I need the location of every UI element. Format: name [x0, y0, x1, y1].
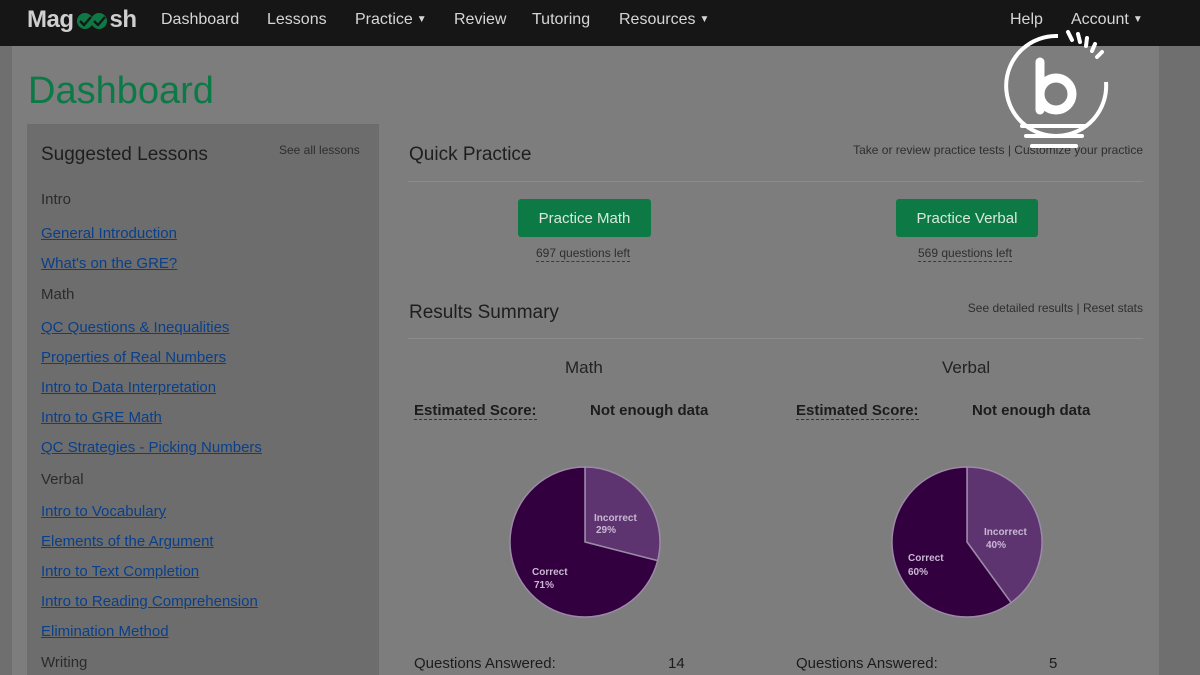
verbal-estimated-score-label: Estimated Score: [796, 402, 919, 420]
verbal-results-title: Verbal [942, 358, 991, 377]
brand-text-right: sh [109, 6, 138, 33]
verbal-questions-left: 569 questions left [918, 246, 1013, 262]
lesson-link[interactable]: Intro to Text Completion [41, 563, 199, 580]
lesson-link[interactable]: Elimination Method [41, 623, 169, 640]
page-title: Dashboard [28, 70, 214, 112]
math-questions-answered-value: 14 [668, 655, 685, 672]
math-correct-pct: 71% [534, 580, 554, 591]
lesson-link[interactable]: Properties of Real Numbers [41, 349, 226, 366]
lesson-category-verbal: Verbal [41, 471, 84, 488]
results-links[interactable]: See detailed results | Reset stats [968, 301, 1143, 315]
verbal-correct-label: Correct [908, 553, 944, 564]
nav-practice[interactable]: Practice ▼ [355, 11, 427, 29]
nav-resources-label: Resources [619, 11, 696, 28]
nav-account[interactable]: Account ▼ [1071, 11, 1143, 29]
owl-eyes-icon [75, 9, 109, 31]
nav-dashboard-label: Dashboard [161, 11, 240, 28]
verbal-questions-answered-value: 5 [1049, 655, 1058, 672]
lesson-category-intro: Intro [41, 191, 72, 208]
math-estimated-score-value: Not enough data [590, 402, 709, 419]
lesson-link[interactable]: Intro to GRE Math [41, 409, 162, 426]
math-correct-label: Correct [532, 567, 568, 578]
verbal-incorrect-pct: 40% [986, 540, 1006, 551]
suggested-lessons-title: Suggested Lessons [41, 144, 208, 165]
math-pie-chart: Incorrect 29% Correct 71% [509, 466, 661, 618]
quick-practice-title: Quick Practice [409, 144, 532, 165]
practice-verbal-button[interactable]: Practice Verbal [896, 199, 1038, 237]
math-questions-answered-label: Questions Answered: [414, 655, 556, 672]
verbal-estimated-score-value: Not enough data [972, 402, 1091, 419]
nav-tutoring[interactable]: Tutoring [532, 11, 590, 29]
results-summary-title: Results Summary [409, 302, 559, 323]
caret-down-icon: ▼ [699, 14, 710, 25]
verbal-correct-pct: 60% [908, 567, 928, 578]
lesson-category-math: Math [41, 286, 75, 303]
brand-logo[interactable]: Mag sh [27, 6, 137, 34]
nav-resources[interactable]: Resources ▼ [619, 11, 709, 29]
lesson-link[interactable]: Elements of the Argument [41, 533, 214, 550]
lesson-link[interactable]: QC Questions & Inequalities [41, 319, 229, 336]
nav-review-label: Review [454, 11, 507, 28]
math-questions-left: 697 questions left [536, 246, 631, 262]
lesson-link[interactable]: What's on the GRE? [41, 255, 177, 272]
nav-review[interactable]: Review [454, 11, 506, 29]
caret-down-icon: ▼ [416, 14, 427, 25]
caret-down-icon: ▼ [1132, 14, 1143, 25]
nav-lessons-label: Lessons [267, 11, 327, 28]
lesson-link[interactable]: Intro to Data Interpretation [41, 379, 216, 396]
verbal-pie-chart: Incorrect 40% Correct 60% [891, 466, 1043, 618]
nav-dashboard[interactable]: Dashboard [161, 11, 239, 29]
math-estimated-score-label: Estimated Score: [414, 402, 537, 420]
lesson-category-writing: Writing [41, 654, 88, 671]
lightbulb-b-logo-icon [1004, 30, 1109, 148]
see-all-lessons-link[interactable]: See all lessons [279, 143, 360, 157]
math-results-title: Math [565, 358, 603, 377]
divider [408, 338, 1143, 339]
divider [408, 181, 1143, 182]
brand-text-left: Mag [27, 6, 74, 33]
nav-lessons[interactable]: Lessons [267, 11, 327, 29]
lesson-link[interactable]: Intro to Vocabulary [41, 503, 166, 520]
nav-help[interactable]: Help [1010, 11, 1043, 29]
nav-tutoring-label: Tutoring [532, 11, 591, 28]
lesson-link[interactable]: General Introduction [41, 225, 177, 242]
verbal-incorrect-label: Incorrect [984, 527, 1027, 538]
lesson-link[interactable]: Intro to Reading Comprehension [41, 593, 258, 610]
math-incorrect-label: Incorrect [594, 513, 637, 524]
lesson-link[interactable]: QC Strategies - Picking Numbers [41, 439, 262, 456]
math-incorrect-pct: 29% [596, 525, 616, 536]
nav-practice-label: Practice [355, 11, 413, 28]
verbal-questions-answered-label: Questions Answered: [796, 655, 938, 672]
practice-math-button[interactable]: Practice Math [518, 199, 651, 237]
nav-account-label: Account [1071, 11, 1129, 28]
